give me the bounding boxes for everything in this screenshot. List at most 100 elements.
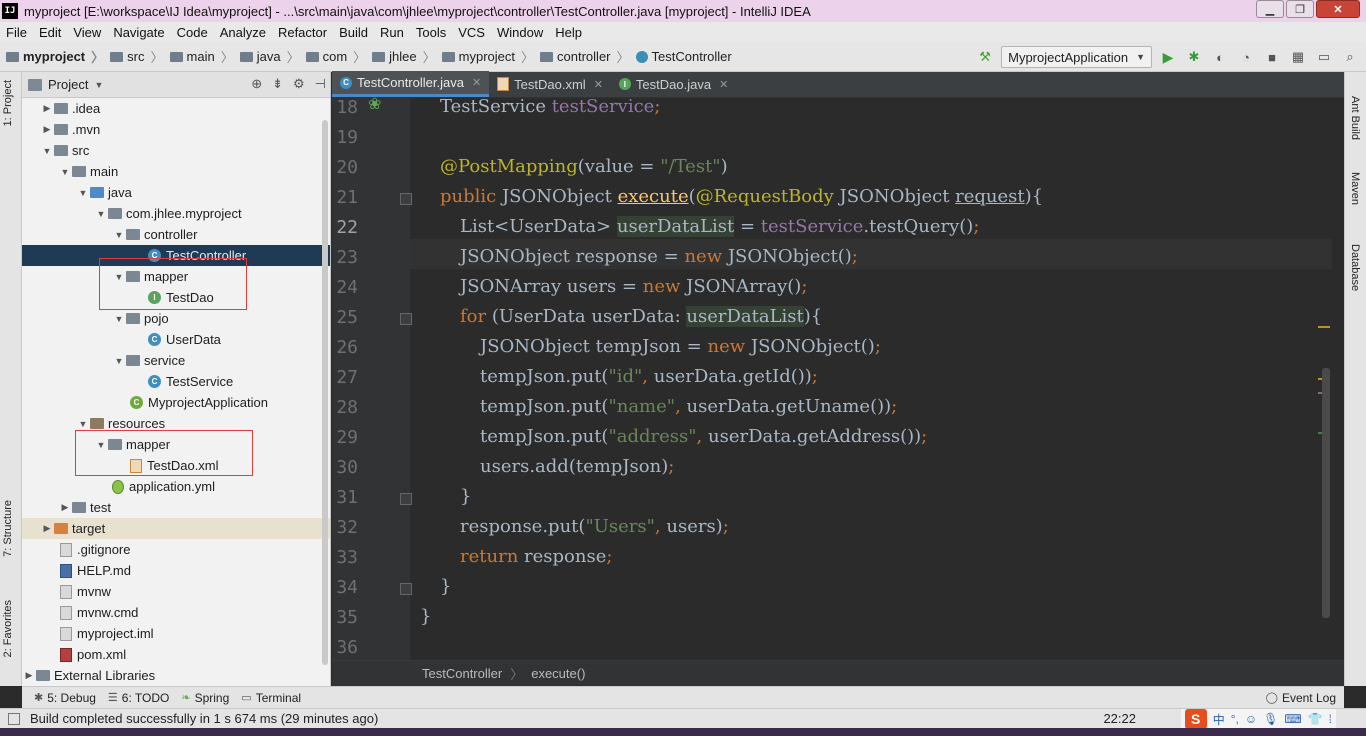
tree-item-target[interactable]: ▶ target bbox=[22, 518, 330, 539]
breadcrumb-myproject[interactable]: myproject 〉 bbox=[6, 47, 104, 66]
tab-testcontroller-java[interactable]: C TestController.java ✕ bbox=[332, 71, 490, 97]
editor-breadcrumb-method[interactable]: execute() bbox=[531, 666, 585, 681]
tree-item-mvn[interactable]: ▶ .mvn bbox=[22, 119, 330, 140]
tree-item-src[interactable]: ▼ src bbox=[22, 140, 330, 161]
close-tab-icon[interactable]: ✕ bbox=[594, 78, 603, 91]
breadcrumb-java[interactable]: java 〉 bbox=[239, 47, 300, 66]
sogou-ime-icon[interactable]: S bbox=[1184, 709, 1207, 729]
tool-todo-button[interactable]: ☰ 6: TODO bbox=[108, 691, 169, 705]
chevron-down-icon[interactable]: ▼ bbox=[94, 80, 103, 90]
menu-view[interactable]: View bbox=[67, 25, 107, 40]
tree-item-mapper[interactable]: ▼ mapper bbox=[22, 266, 330, 287]
tab-testdao-java[interactable]: I TestDao.java ✕ bbox=[611, 71, 736, 97]
tree-item-resources[interactable]: ▼ resources bbox=[22, 413, 330, 434]
tree-item-testcontroller[interactable]: C TestController bbox=[22, 245, 330, 266]
breadcrumb-jhlee[interactable]: jhlee 〉 bbox=[372, 47, 436, 66]
expand-arrow-icon[interactable]: ▶ bbox=[40, 124, 54, 135]
caret-position[interactable]: 22:22 bbox=[1103, 711, 1136, 726]
tool-structure-tab[interactable]: 7: Structure bbox=[2, 500, 14, 557]
collapse-arrow-icon[interactable]: ▼ bbox=[40, 146, 54, 156]
presentation-icon[interactable]: ▭ bbox=[1314, 47, 1334, 67]
menu-vcs[interactable]: VCS bbox=[452, 25, 491, 40]
menu-file[interactable]: File bbox=[0, 25, 33, 40]
close-tab-icon[interactable]: ✕ bbox=[719, 78, 728, 91]
tree-item-testservice[interactable]: C TestService bbox=[22, 371, 330, 392]
tree-item-main[interactable]: ▼ main bbox=[22, 161, 330, 182]
menu-navigate[interactable]: Navigate bbox=[107, 25, 170, 40]
tool-favorites-tab[interactable]: 2: Favorites bbox=[2, 600, 14, 657]
breadcrumb-src[interactable]: src 〉 bbox=[110, 47, 164, 66]
tree-item-myproject-iml[interactable]: myproject.iml bbox=[22, 623, 330, 644]
ime-voice-icon[interactable]: 🎙 bbox=[1263, 712, 1278, 726]
tree-item-help-md[interactable]: HELP.md bbox=[22, 560, 330, 581]
menu-tools[interactable]: Tools bbox=[410, 25, 452, 40]
breadcrumb-testcontroller[interactable]: TestController bbox=[635, 49, 732, 64]
tree-item-application-yml[interactable]: application.yml bbox=[22, 476, 330, 497]
tree-item-testdao-xml[interactable]: TestDao.xml bbox=[22, 455, 330, 476]
menu-edit[interactable]: Edit bbox=[33, 25, 67, 40]
ime-emoji-icon[interactable]: ☺ bbox=[1245, 712, 1257, 726]
code-area[interactable]: TestService testService; @PostMapping(va… bbox=[410, 96, 1332, 660]
collapse-arrow-icon[interactable]: ▼ bbox=[112, 356, 126, 366]
tree-item-userdata[interactable]: C UserData bbox=[22, 329, 330, 350]
ime-keyboard-icon[interactable]: ⌨ bbox=[1284, 712, 1301, 726]
breadcrumb-com[interactable]: com 〉 bbox=[305, 47, 366, 66]
collapse-arrow-icon[interactable]: ▼ bbox=[58, 167, 72, 177]
breadcrumb-main[interactable]: main 〉 bbox=[169, 47, 234, 66]
debug-bug-icon[interactable]: ✱ bbox=[1184, 47, 1204, 67]
tool-maven-tab[interactable]: Maven bbox=[1349, 172, 1361, 205]
tree-item-package[interactable]: ▼ com.jhlee.myproject bbox=[22, 203, 330, 224]
breadcrumb-myproject-pkg[interactable]: myproject 〉 bbox=[441, 47, 534, 66]
tree-item-external-libraries[interactable]: ▶ External Libraries bbox=[22, 665, 330, 686]
gear-icon[interactable]: ⚙ bbox=[293, 76, 305, 92]
collapse-arrow-icon[interactable]: ▼ bbox=[112, 314, 126, 324]
ime-skin-icon[interactable]: 👕 bbox=[1308, 712, 1323, 726]
tree-item-java[interactable]: ▼ java bbox=[22, 182, 330, 203]
editor-breadcrumb-class[interactable]: TestController bbox=[422, 666, 502, 681]
menu-build[interactable]: Build bbox=[333, 25, 374, 40]
tool-project-tab[interactable]: 1: Project bbox=[2, 80, 14, 126]
expand-arrow-icon[interactable]: ▶ bbox=[58, 502, 72, 513]
close-button[interactable]: ✕ bbox=[1316, 0, 1360, 18]
spring-bean-gutter-icon[interactable]: ❀ bbox=[368, 94, 390, 114]
stop-icon[interactable]: ■ bbox=[1262, 47, 1282, 67]
editor-scrollbar[interactable] bbox=[1322, 368, 1330, 618]
tree-item-pom-xml[interactable]: pom.xml bbox=[22, 644, 330, 665]
collapse-arrow-icon[interactable]: ▼ bbox=[94, 440, 108, 450]
tree-item-idea[interactable]: ▶ .idea bbox=[22, 98, 330, 119]
tab-testdao-xml[interactable]: TestDao.xml ✕ bbox=[489, 71, 611, 97]
tree-item-mvnw-cmd[interactable]: mvnw.cmd bbox=[22, 602, 330, 623]
menu-analyze[interactable]: Analyze bbox=[214, 25, 272, 40]
breadcrumb-controller[interactable]: controller 〉 bbox=[540, 47, 630, 66]
tool-ant-build-tab[interactable]: Ant Build bbox=[1349, 96, 1361, 140]
search-icon[interactable]: ⌕ bbox=[1340, 47, 1360, 67]
run-icon[interactable]: ▶ bbox=[1158, 47, 1178, 67]
tree-item-gitignore[interactable]: .gitignore bbox=[22, 539, 330, 560]
menu-code[interactable]: Code bbox=[171, 25, 214, 40]
menu-run[interactable]: Run bbox=[374, 25, 410, 40]
collapse-arrow-icon[interactable]: ▼ bbox=[94, 209, 108, 219]
tree-item-service[interactable]: ▼ service bbox=[22, 350, 330, 371]
tool-windows-toggle-icon[interactable] bbox=[8, 712, 20, 725]
minimize-button[interactable]: ▁ bbox=[1256, 0, 1284, 18]
tool-terminal-button[interactable]: ▭ Terminal bbox=[241, 691, 301, 705]
menu-help[interactable]: Help bbox=[549, 25, 588, 40]
tree-item-pojo[interactable]: ▼ pojo bbox=[22, 308, 330, 329]
tree-item-myprojectapplication[interactable]: C MyprojectApplication bbox=[22, 392, 330, 413]
ime-punctuation-icon[interactable]: °, bbox=[1231, 712, 1239, 726]
ime-mode-chinese[interactable]: 中 bbox=[1213, 711, 1225, 728]
run-configuration-select[interactable]: MyprojectApplication ▼ bbox=[1001, 46, 1152, 68]
maximize-button[interactable]: ❐ bbox=[1286, 0, 1314, 18]
status-message[interactable]: Build completed successfully in 1 s 674 … bbox=[8, 711, 378, 726]
profile-icon[interactable]: ◔ bbox=[1236, 47, 1256, 67]
tree-item-mvnw[interactable]: mvnw bbox=[22, 581, 330, 602]
tool-spring-button[interactable]: ❧ Spring bbox=[181, 691, 229, 705]
locate-target-icon[interactable]: ⊕ bbox=[251, 76, 262, 92]
build-hammer-icon[interactable]: ⚒ bbox=[975, 47, 995, 67]
warning-marker[interactable] bbox=[1318, 326, 1330, 328]
collapse-arrow-icon[interactable]: ▼ bbox=[76, 419, 90, 429]
menu-refactor[interactable]: Refactor bbox=[272, 25, 333, 40]
collapse-arrow-icon[interactable]: ▼ bbox=[76, 188, 90, 198]
expand-arrow-icon[interactable]: ▶ bbox=[40, 523, 54, 534]
tree-item-controller[interactable]: ▼ controller bbox=[22, 224, 330, 245]
